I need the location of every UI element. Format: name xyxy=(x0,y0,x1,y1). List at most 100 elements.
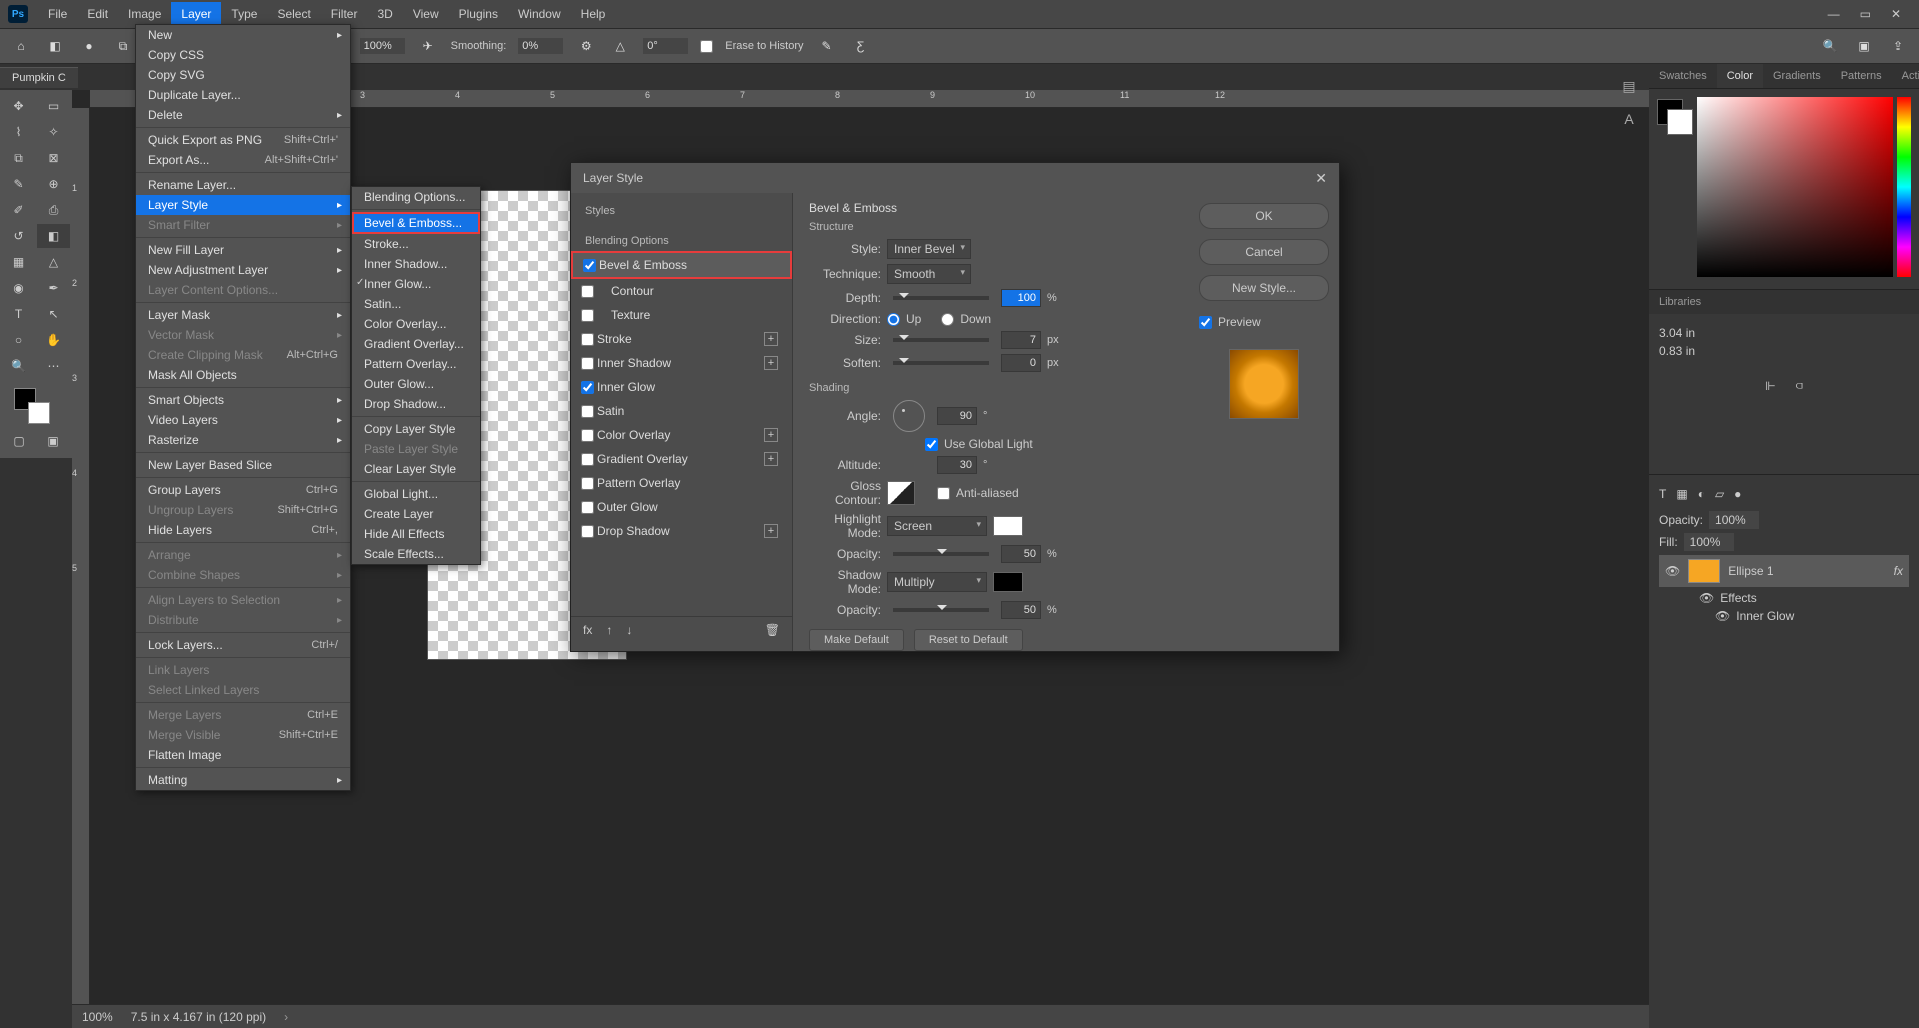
eraser-tool-icon[interactable]: ◧ xyxy=(44,35,66,57)
brush-settings-icon[interactable]: ⧉ xyxy=(112,35,134,57)
menu-item[interactable]: Layer Style xyxy=(136,195,350,215)
layer-thumb[interactable] xyxy=(1688,559,1720,583)
add-effect-icon[interactable]: + xyxy=(764,524,778,538)
highlight-mode-select[interactable]: Screen xyxy=(887,516,987,536)
menu-item[interactable]: Hide LayersCtrl+, xyxy=(136,520,350,540)
layer-name[interactable]: Ellipse 1 xyxy=(1728,564,1773,578)
panel-icon[interactable]: ▤ xyxy=(1622,72,1635,101)
submenu-item[interactable]: Global Light... xyxy=(352,484,480,504)
menu-help[interactable]: Help xyxy=(571,2,616,26)
highlight-color[interactable] xyxy=(993,516,1023,536)
blur-tool[interactable]: △ xyxy=(37,250,70,274)
tab-patterns[interactable]: Patterns xyxy=(1831,64,1892,88)
highlight-opacity-input[interactable] xyxy=(1001,545,1041,563)
style-item[interactable]: Outer Glow xyxy=(571,495,792,519)
doc-info[interactable]: 7.5 in x 4.167 in (120 ppi) xyxy=(131,1010,266,1024)
style-checkbox[interactable] xyxy=(583,259,596,272)
opacity-value[interactable]: 100% xyxy=(1709,511,1759,529)
submenu-item[interactable]: Copy Layer Style xyxy=(352,419,480,439)
altitude-input[interactable] xyxy=(937,456,977,474)
style-checkbox[interactable] xyxy=(581,429,594,442)
ok-button[interactable]: OK xyxy=(1199,203,1329,229)
fill-value[interactable]: 100% xyxy=(1684,533,1734,551)
menu-item[interactable]: Video Layers xyxy=(136,410,350,430)
shadow-color[interactable] xyxy=(993,572,1023,592)
angle-dial[interactable] xyxy=(893,400,925,432)
eraser-tool[interactable]: ◧ xyxy=(37,224,70,248)
brush-tool[interactable]: ✐ xyxy=(2,198,35,222)
adj-filter-icon[interactable]: ◐ xyxy=(1698,487,1705,501)
contour-picker[interactable] xyxy=(887,481,915,505)
hand-tool[interactable]: ✋ xyxy=(37,328,70,352)
highlight-opacity-slider[interactable] xyxy=(893,552,989,556)
style-item[interactable]: Drop Shadow+ xyxy=(571,519,792,543)
airbrush-icon[interactable]: ✈ xyxy=(417,35,439,57)
style-select[interactable]: Inner Bevel xyxy=(887,239,971,259)
submenu-item[interactable]: Stroke... xyxy=(352,234,480,254)
menu-item[interactable]: Mask All Objects xyxy=(136,365,350,385)
shadow-opacity-slider[interactable] xyxy=(893,608,989,612)
heal-tool[interactable]: ⊕ xyxy=(37,172,70,196)
menu-select[interactable]: Select xyxy=(267,2,320,26)
style-item[interactable]: Satin xyxy=(571,399,792,423)
style-item[interactable]: Color Overlay+ xyxy=(571,423,792,447)
chevron-right-icon[interactable]: › xyxy=(284,1010,288,1024)
dodge-tool[interactable]: ◉ xyxy=(2,276,35,300)
down-icon[interactable]: ↓ xyxy=(626,623,632,637)
styles-header[interactable]: Styles xyxy=(571,201,792,221)
tab-color[interactable]: Color xyxy=(1717,64,1763,88)
make-default-button[interactable]: Make Default xyxy=(809,629,904,651)
menu-item[interactable]: Rasterize xyxy=(136,430,350,450)
color-panel[interactable] xyxy=(1649,89,1919,289)
style-item[interactable]: Stroke+ xyxy=(571,327,792,351)
cancel-button[interactable]: Cancel xyxy=(1199,239,1329,265)
menu-window[interactable]: Window xyxy=(508,2,571,26)
maximize-icon[interactable]: ▭ xyxy=(1860,7,1871,21)
submenu-item[interactable]: Create Layer xyxy=(352,504,480,524)
submenu-item[interactable]: Gradient Overlay... xyxy=(352,334,480,354)
shape-filter-icon[interactable]: ▱ xyxy=(1715,487,1724,501)
zoom-tool[interactable]: 🔍 xyxy=(2,354,35,378)
style-checkbox[interactable] xyxy=(581,357,594,370)
technique-select[interactable]: Smooth xyxy=(887,264,971,284)
add-effect-icon[interactable]: + xyxy=(764,356,778,370)
dir-down-radio[interactable] xyxy=(941,313,954,326)
visibility-icon[interactable]: 👁 xyxy=(1699,591,1714,605)
menu-item[interactable]: New Layer Based Slice xyxy=(136,455,350,475)
style-checkbox[interactable] xyxy=(581,453,594,466)
style-checkbox[interactable] xyxy=(581,333,594,346)
gear-icon[interactable]: ⚙ xyxy=(575,35,597,57)
visibility-icon[interactable]: 👁 xyxy=(1665,564,1680,578)
stamp-tool[interactable]: ⎙ xyxy=(37,198,70,222)
menu-edit[interactable]: Edit xyxy=(77,2,118,26)
submenu-item[interactable]: Inner Shadow... xyxy=(352,254,480,274)
flow-input[interactable] xyxy=(360,38,405,54)
type-filter-icon[interactable]: T xyxy=(1659,487,1666,501)
close-dialog-icon[interactable]: ✕ xyxy=(1315,170,1327,187)
pressure-size-icon[interactable]: ✎ xyxy=(816,35,838,57)
type-tool[interactable]: T xyxy=(2,302,35,326)
menu-item[interactable]: Rename Layer... xyxy=(136,175,350,195)
submenu-item[interactable]: Bevel & Emboss... xyxy=(352,212,480,234)
path-select-tool[interactable]: ↖ xyxy=(37,302,70,326)
shadow-opacity-input[interactable] xyxy=(1001,601,1041,619)
anchor-icon[interactable]: ⊩ xyxy=(1765,379,1775,393)
menu-item[interactable]: Flatten Image xyxy=(136,745,350,765)
submenu-item[interactable]: Outer Glow... xyxy=(352,374,480,394)
quickmask-icon[interactable]: ▢ xyxy=(13,434,24,448)
up-icon[interactable]: ↑ xyxy=(606,623,612,637)
style-item[interactable]: Contour xyxy=(571,279,792,303)
shadow-mode-select[interactable]: Multiply xyxy=(887,572,987,592)
style-item[interactable]: Texture xyxy=(571,303,792,327)
style-checkbox[interactable] xyxy=(581,477,594,490)
shape-tool[interactable]: ○ xyxy=(2,328,35,352)
style-checkbox[interactable] xyxy=(581,405,594,418)
size-slider[interactable] xyxy=(893,338,989,342)
smart-filter-icon[interactable]: ● xyxy=(1734,487,1741,501)
screenmode-icon[interactable]: ▣ xyxy=(47,434,58,448)
close-icon[interactable]: ✕ xyxy=(1891,7,1901,21)
marquee-tool[interactable]: ▭ xyxy=(37,94,70,118)
brush-preset-icon[interactable]: ● xyxy=(78,35,100,57)
menu-item[interactable]: New xyxy=(136,25,350,45)
menu-item[interactable]: Duplicate Layer... xyxy=(136,85,350,105)
